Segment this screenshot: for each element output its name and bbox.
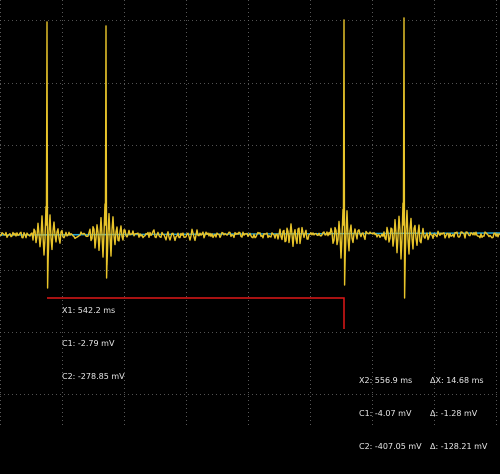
cursor2-readout: X2: 556.9 ms C1: -4.07 mV C2: -407.05 mV <box>359 353 422 474</box>
oscilloscope-display[interactable]: X1: 542.2 ms C1: -2.79 mV C2: -278.85 mV… <box>0 0 500 451</box>
cursor1-c1-value: C1: -2.79 mV <box>62 339 115 348</box>
delta-x-value: ΔX: 14.68 ms <box>430 376 484 385</box>
cursor1-readout: X1: 542.2 ms C1: -2.79 mV C2: -278.85 mV <box>62 283 125 404</box>
cursor2-x-value: X2: 556.9 ms <box>359 376 413 385</box>
cursor1-x-value: X1: 542.2 ms <box>62 306 116 315</box>
cursor1-c2-value: C2: -278.85 mV <box>62 372 125 381</box>
cursor2-c2-value: C2: -407.05 mV <box>359 442 422 451</box>
channel1-trace <box>0 17 500 299</box>
delta-c2-value: Δ: -128.21 mV <box>430 442 488 451</box>
delta-readout: ΔX: 14.68 ms Δ: -1.28 mV Δ: -128.21 mV <box>430 353 487 474</box>
cursor2-c1-value: C1: -4.07 mV <box>359 409 412 418</box>
delta-c1-value: Δ: -1.28 mV <box>430 409 478 418</box>
